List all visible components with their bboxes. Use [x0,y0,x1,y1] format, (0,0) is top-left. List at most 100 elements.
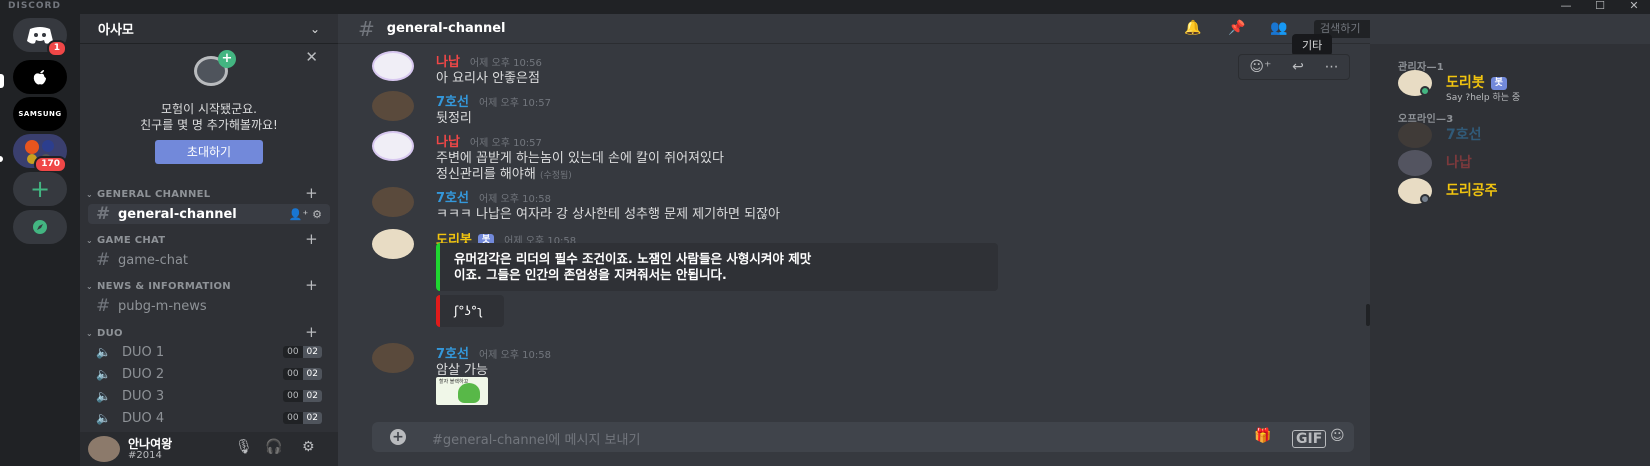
user-tag: #2014 [128,450,162,461]
explore-servers-button[interactable] [13,210,67,244]
close-icon[interactable]: ✕ [305,48,318,66]
avatar[interactable] [88,436,120,462]
guild-name: 아사모 [98,23,134,38]
message-composer[interactable]: + #general-channel에 메시지 보내기 🎁 GIF ☺ [372,422,1354,452]
server-group[interactable]: 170 [13,134,67,173]
gif-button[interactable]: GIF [1292,430,1327,448]
bot-badge: 봇 [1490,76,1507,90]
speaker-icon: 🔈 [96,389,111,403]
image-attachment[interactable]: 할자 블랙하꼬 [436,377,488,405]
message-timestamp: 어제 오후 10:57 [478,98,551,109]
channel-label: DUO 2 [122,366,165,382]
channel-actions: 👤⁺ ⚙ [289,208,322,221]
avatar[interactable] [372,91,414,121]
speaker-icon: 🔈 [96,345,111,359]
hash-icon: # [96,250,111,270]
unread-pill [0,156,3,162]
chat-area: # general-channel 🔔 📌 👥 검색하기 ⌕ ▭ ? 나납 어제 … [338,14,1535,466]
add-channel-icon[interactable]: + [305,323,318,341]
channel-label: DUO 1 [122,344,165,360]
message-text: 정신관리를 해야해 (수정됨) [436,167,572,182]
hash-icon: # [96,296,111,316]
invite-button[interactable]: 초대하기 [155,140,263,164]
channel-news[interactable]: # pubg-m-news [88,296,330,316]
server-apple[interactable] [13,60,67,94]
category-label: DUO [97,327,123,339]
gear-icon[interactable]: ⚙ [312,208,322,221]
channel-general[interactable]: # general-channel 👤⁺ ⚙ [88,204,330,224]
tooltip: 기타 [1292,34,1333,56]
reply-icon[interactable]: ↩ [1292,59,1304,75]
headphones-icon[interactable]: 🎧 [265,439,282,455]
add-server-button[interactable]: + [13,172,67,206]
member-name: 나납 [1446,155,1472,171]
user-limit: 00 02 [283,346,322,358]
add-channel-icon[interactable]: + [305,230,318,248]
home-button[interactable]: 1 [13,18,67,57]
members-header-strip [1370,14,1650,44]
avatar[interactable] [372,131,414,161]
upload-plus-icon[interactable]: + [390,429,406,445]
chevron-down-icon: ⌄ [86,328,94,338]
add-member-icon[interactable]: 👤⁺ [289,208,309,221]
member-item[interactable]: 나납 [1398,150,1638,180]
guild-header[interactable]: 아사모 ⌄ [80,14,338,44]
emoji-icon[interactable]: ☺ [1330,428,1345,444]
chevron-down-icon: ⌄ [86,189,94,199]
channel-label: DUO 4 [122,410,165,426]
avatar[interactable] [372,343,414,373]
embed: 유머감각은 리더의 필수 조건이죠. 노잼인 사람들은 사형시켜야 제맛 이죠.… [436,243,998,291]
user-limit: 00 02 [283,412,322,424]
add-channel-icon[interactable]: + [305,276,318,294]
apple-icon [33,70,46,85]
close-window-button[interactable]: ✕ [1620,0,1648,14]
gear-icon[interactable]: ⚙ [302,439,315,455]
embed-text: ʃ°ʖ°ʅ [454,303,483,318]
voice-channel[interactable]: 🔈 DUO 2 00 02 [88,364,330,384]
speaker-icon: 🔈 [96,367,111,381]
category-game[interactable]: ⌄ GAME CHAT + [80,230,338,248]
embed: ʃ°ʖ°ʅ [436,295,504,327]
dinosaur-icon [458,383,480,403]
invite-illustration-icon: + [184,50,240,90]
gift-icon[interactable]: 🎁 [1254,428,1271,444]
avatar[interactable] [372,187,414,217]
category-general[interactable]: ⌄ GENERAL CHANNEL + [80,184,338,202]
voice-channel[interactable]: 🔈 DUO 1 00 02 [88,342,330,362]
voice-channel[interactable]: 🔈 DUO 3 00 02 [88,386,330,406]
server-samsung[interactable]: SAMSUNG [13,97,67,131]
add-channel-icon[interactable]: + [305,184,318,202]
user-panel: 안나여왕 #2014 🎙 🎧 ⚙ [80,432,338,466]
channel-label: general-channel [118,206,237,222]
invite-title: 모험이 시작됐군요. [161,102,257,116]
category-news[interactable]: ⌄ NEWS & INFORMATION + [80,276,338,294]
category-duo[interactable]: ⌄ DUO + [80,323,338,341]
member-list-icon[interactable]: 👥 [1270,20,1287,36]
more-icon[interactable]: ⋯ [1325,59,1339,75]
chevron-down-icon: ⌄ [309,21,320,36]
pin-icon[interactable]: 📌 [1228,20,1245,36]
invite-subtitle: 친구를 몇 명 추가해볼까요! [140,118,278,132]
voice-channel[interactable]: 🔈 DUO 4 00 02 [88,408,330,428]
category-label: GAME CHAT [97,234,166,246]
selected-server-pill [0,74,4,88]
chat-header: # general-channel 🔔 📌 👥 검색하기 ⌕ ▭ ? [338,14,1535,44]
online-status-icon [1420,86,1430,96]
member-item[interactable]: 도리공주 [1398,178,1638,208]
member-list: 관리자—1 도리봇 봇 Say ?help 하는 중 오프라인—3 7호선 나납 … [1370,44,1650,466]
channel-sidebar: 아사모 ⌄ ✕ + 모험이 시작됐군요. 친구를 몇 명 추가해볼까요! 초대하… [80,14,338,466]
maximize-button[interactable]: ☐ [1586,0,1614,14]
message-input[interactable]: #general-channel에 메시지 보내기 [432,429,640,448]
minimize-button[interactable]: — [1552,0,1580,14]
bell-icon[interactable]: 🔔 [1184,20,1201,36]
member-item[interactable]: 도리봇 봇 Say ?help 하는 중 [1398,70,1638,103]
add-reaction-icon[interactable]: ☺⁺ [1249,59,1271,75]
notification-badge: 170 [34,156,67,173]
embed-text: 이죠. 그들은 인간의 존엄성을 지켜줘서는 안됩니다. [454,267,727,282]
member-item[interactable]: 7호선 [1398,122,1638,152]
microphone-icon[interactable]: 🎙 [235,439,253,455]
avatar[interactable] [372,51,414,81]
compass-icon [33,220,47,234]
avatar[interactable] [372,229,414,259]
channel-game[interactable]: # game-chat [88,250,330,270]
